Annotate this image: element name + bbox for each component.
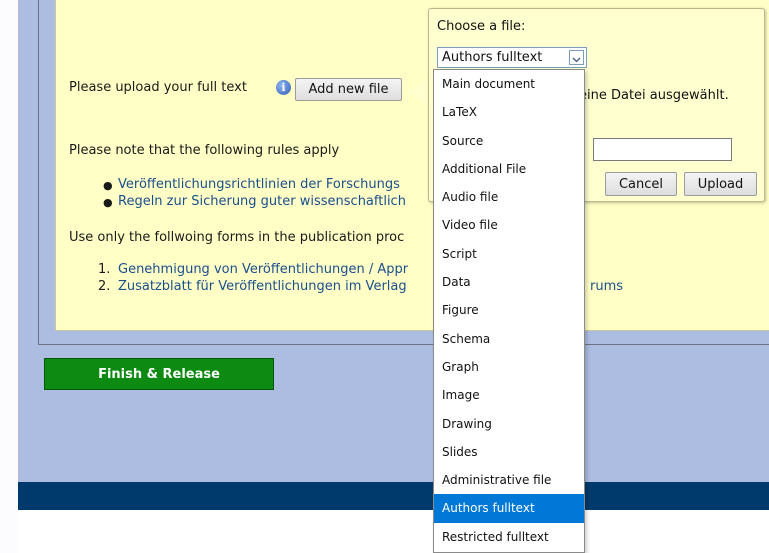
popup-pointer (408, 80, 428, 104)
popup-title: Choose a file: (437, 19, 526, 34)
dropdown-option[interactable]: Data (434, 268, 584, 296)
upload-label: Please upload your full text (69, 80, 247, 95)
chevron-down-icon[interactable] (569, 50, 584, 65)
dropdown-option[interactable]: Authors fulltext (434, 494, 584, 523)
dropdown-option[interactable]: Administrative file (434, 466, 584, 494)
forms-label: Use only the follwoing forms in the publ… (69, 230, 405, 245)
no-file-selected-text: eine Datei ausgewählt. (579, 88, 729, 103)
dropdown-option[interactable]: Main document (434, 70, 584, 98)
bullet-icon: ● (103, 196, 113, 209)
left-margin-strip (0, 0, 18, 553)
bullet-icon: ● (103, 179, 113, 192)
rules-link-2[interactable]: Regeln zur Sicherung guter wissenschaftl… (118, 194, 406, 209)
file-type-select-value: Authors fulltext (442, 50, 543, 65)
dropdown-option[interactable]: Audio file (434, 183, 584, 211)
rules-link-1[interactable]: Veröffentlichungsrichtlinien der Forschu… (118, 177, 400, 192)
dropdown-option[interactable]: Graph (434, 353, 584, 381)
form-number-1: 1. (98, 262, 111, 277)
finish-release-button[interactable]: Finish & Release (44, 358, 274, 390)
form-number-2: 2. (98, 279, 111, 294)
file-type-dropdown-list[interactable]: Main document LaTeX Source Additional File A… (433, 69, 585, 553)
dropdown-option[interactable]: Drawing (434, 410, 584, 438)
footer-bar (18, 482, 769, 510)
dropdown-option[interactable]: Schema (434, 325, 584, 353)
file-description-input[interactable] (593, 138, 732, 161)
dropdown-option[interactable]: Additional File (434, 155, 584, 183)
info-icon[interactable]: i (276, 80, 291, 95)
dropdown-option[interactable]: Source (434, 127, 584, 155)
dropdown-option[interactable]: Figure (434, 296, 584, 324)
dropdown-option[interactable]: Video file (434, 211, 584, 239)
add-new-file-button[interactable]: Add new file (295, 78, 402, 101)
upload-button[interactable]: Upload (684, 172, 757, 196)
cancel-button[interactable]: Cancel (605, 172, 677, 196)
dropdown-option[interactable]: Slides (434, 438, 584, 466)
form-link-2-tail[interactable]: rums (590, 279, 623, 294)
form-link-1[interactable]: Genehmigung von Veröffentlichungen / App… (118, 262, 408, 277)
dropdown-option[interactable]: Image (434, 381, 584, 409)
dropdown-option[interactable]: Script (434, 240, 584, 268)
dropdown-option[interactable]: Restricted fulltext (434, 523, 584, 551)
rules-label: Please note that the following rules app… (69, 143, 340, 158)
file-type-select[interactable]: Authors fulltext (437, 47, 587, 68)
dropdown-option[interactable]: LaTeX (434, 98, 584, 126)
form-link-2[interactable]: Zusatzblatt für Veröffentlichungen im Ve… (118, 279, 407, 294)
